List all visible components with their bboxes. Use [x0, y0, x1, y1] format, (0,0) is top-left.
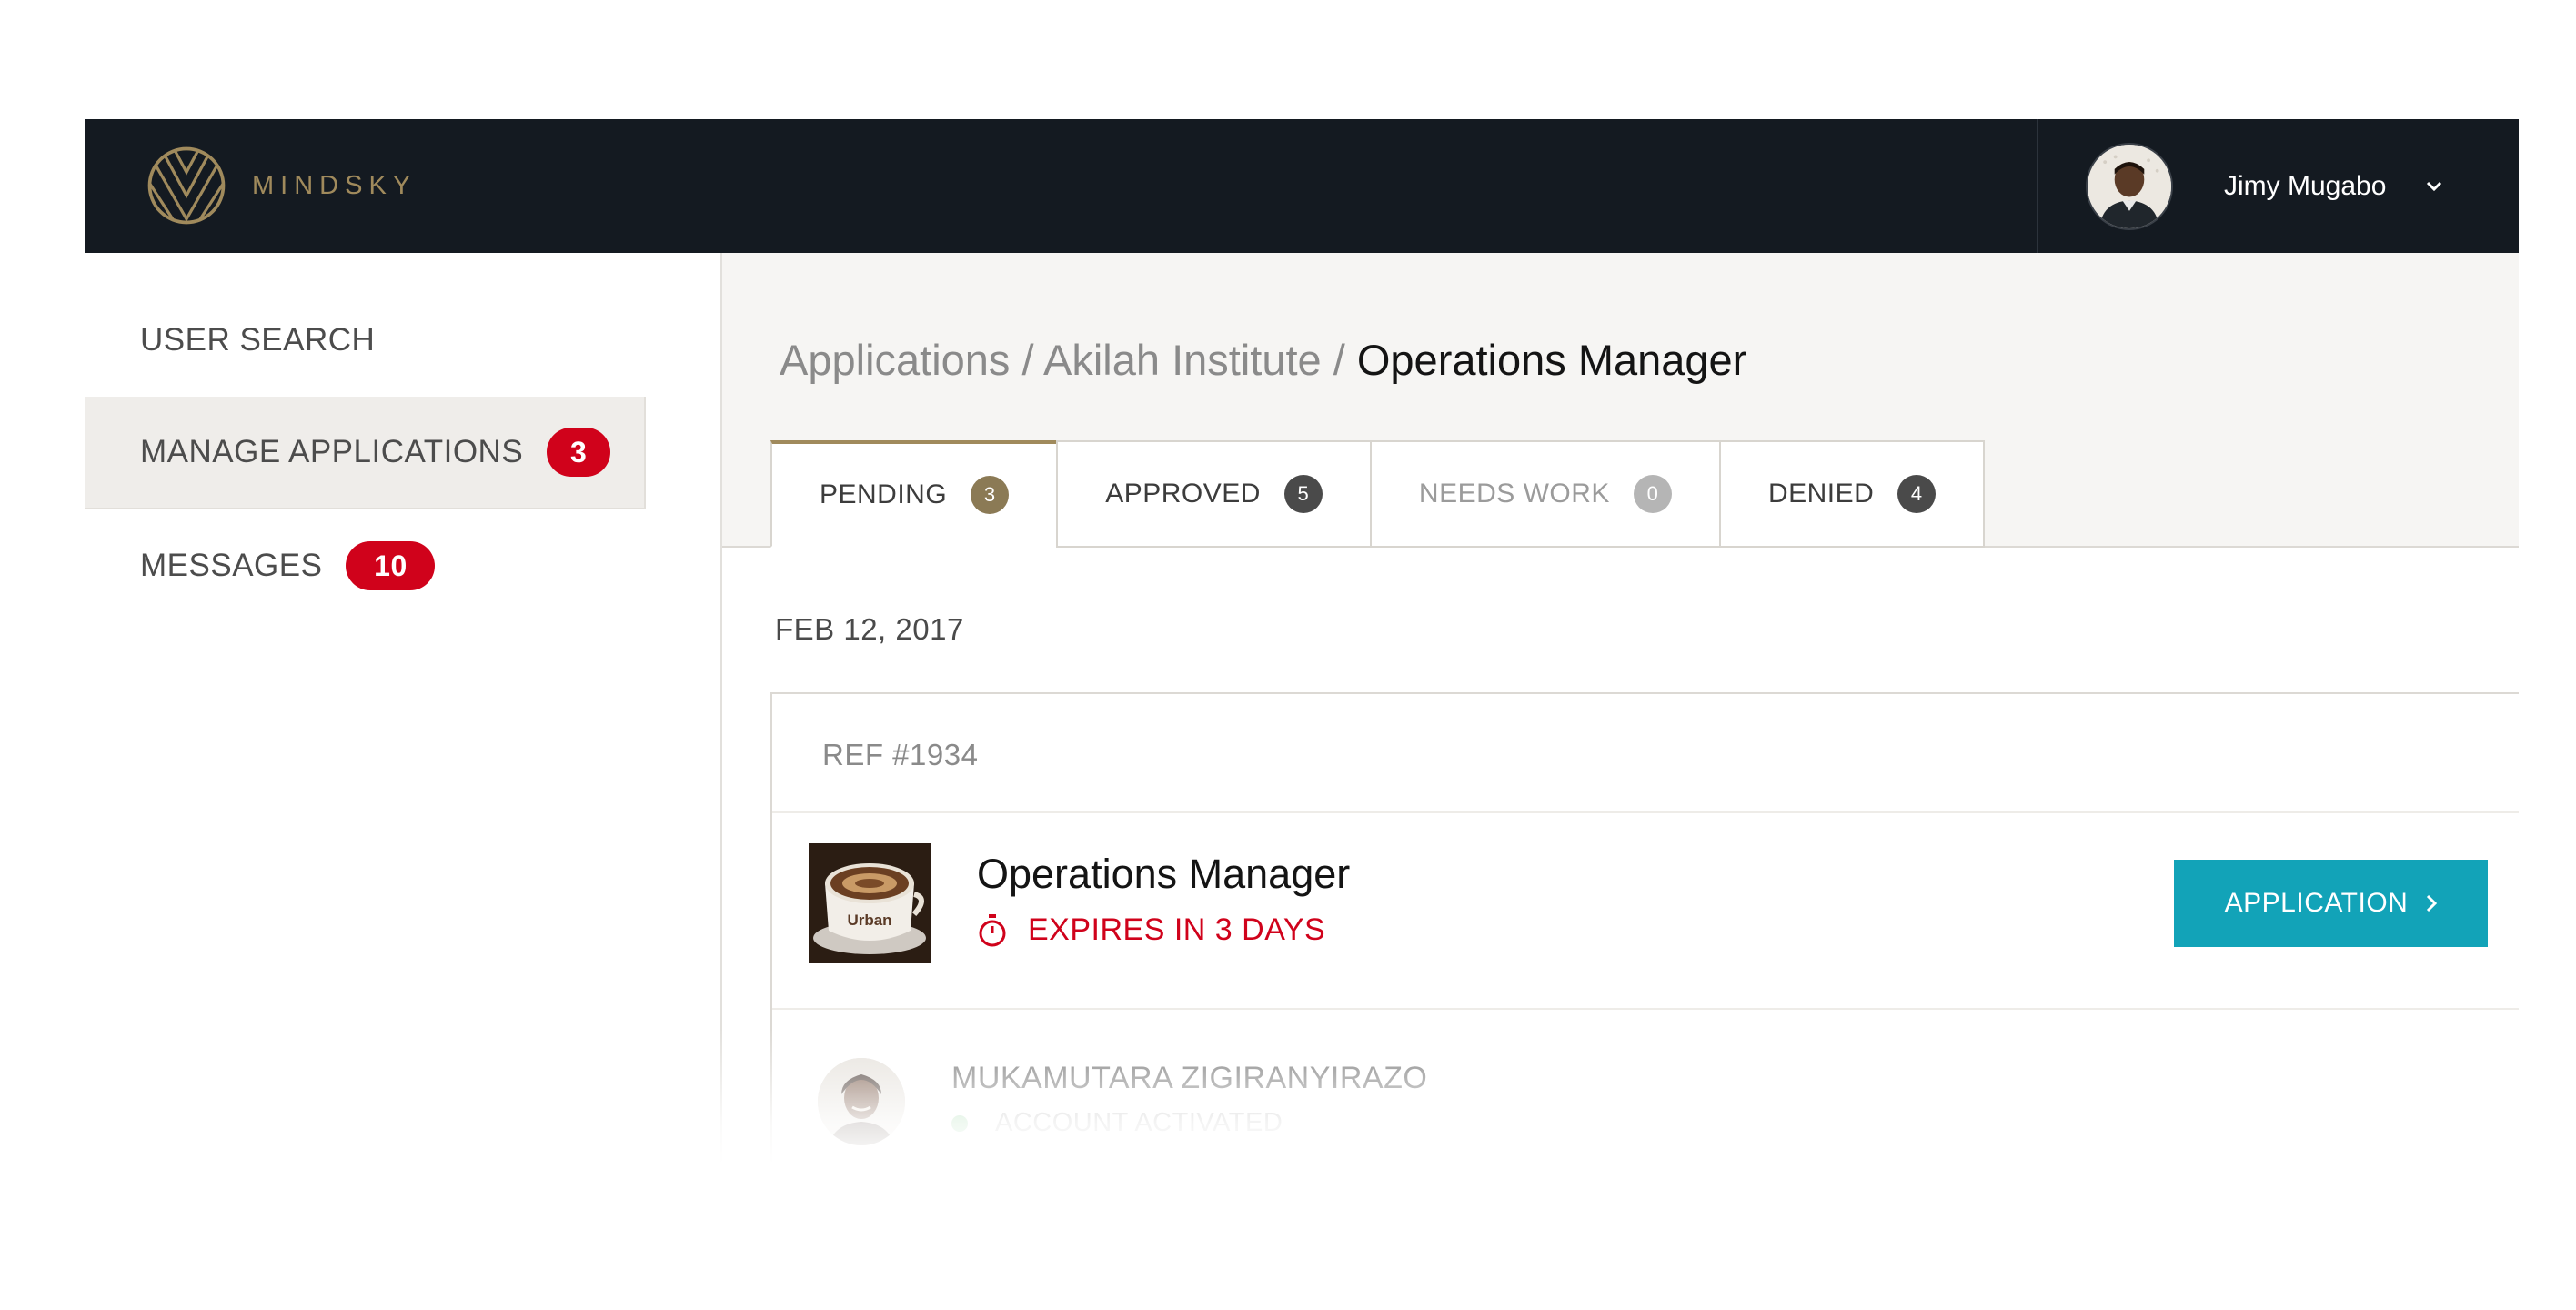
- sidebar-item-label: USER SEARCH: [140, 322, 376, 358]
- count-badge: 3: [547, 428, 611, 477]
- expiry-text: EXPIRES IN 3 DAYS: [1028, 912, 1326, 947]
- tab-pending[interactable]: PENDING 3: [770, 440, 1059, 548]
- sidebar-item-user-search[interactable]: USER SEARCH: [85, 284, 646, 397]
- sidebar-item-label: MANAGE APPLICATIONS: [140, 434, 524, 469]
- account-status-text: ACCOUNT ACTIVATED: [995, 1108, 1283, 1137]
- user-avatar[interactable]: [2086, 143, 2173, 230]
- main-content: Applications / Akilah Institute / Operat…: [722, 253, 2519, 1164]
- stopwatch-icon: [979, 913, 1006, 946]
- account-status: ACCOUNT ACTIVATED: [951, 1108, 1283, 1138]
- sidebar: USER SEARCH MANAGE APPLICATIONS 3 MESSAG…: [85, 253, 722, 1164]
- expiry-notice: EXPIRES IN 3 DAYS: [977, 912, 1325, 948]
- tab-count-badge: 3: [971, 476, 1010, 514]
- applicant-name[interactable]: MUKAMUTARA ZIGIRANYIRAZO: [951, 1061, 1427, 1096]
- top-bar: MINDSKY Jimy Mugabo: [85, 119, 2519, 253]
- button-label: APPLICATION: [2224, 888, 2409, 918]
- applicant-avatar[interactable]: [818, 1058, 905, 1145]
- tab-count-badge: 0: [1633, 475, 1672, 513]
- app-window: MINDSKY Jimy Mugabo USER SEARCH MANAGE A…: [85, 119, 2519, 1164]
- tab-label: NEEDS WORK: [1418, 479, 1610, 509]
- brand-logo[interactable]: MINDSKY: [145, 145, 417, 227]
- brand-name: MINDSKY: [252, 170, 418, 200]
- chevron-down-icon[interactable]: [2424, 176, 2444, 196]
- page-header: Applications / Akilah Institute / Operat…: [722, 253, 2519, 548]
- tab-count-badge: 4: [1897, 475, 1937, 513]
- breadcrumb: Applications / Akilah Institute / Operat…: [780, 335, 1746, 385]
- cup-brand-text: Urban: [847, 912, 891, 929]
- tab-approved[interactable]: APPROVED 5: [1056, 440, 1372, 548]
- user-menu[interactable]: Jimy Mugabo: [2086, 143, 2444, 230]
- tab-label: PENDING: [820, 479, 948, 509]
- divider: [772, 1008, 2519, 1010]
- tab-needs-work[interactable]: NEEDS WORK 0: [1369, 440, 1721, 548]
- status-dot-icon: [951, 1114, 968, 1132]
- reference-number: REF #1934: [822, 738, 979, 771]
- sidebar-item-manage-applications[interactable]: MANAGE APPLICATIONS 3: [85, 397, 646, 509]
- sidebar-item-label: MESSAGES: [140, 548, 323, 583]
- chevron-right-icon: [2427, 894, 2438, 912]
- status-tabs: PENDING 3 APPROVED 5 NEEDS WORK 0 DENIED…: [770, 440, 1986, 548]
- job-title: Operations Manager: [977, 851, 1351, 897]
- tab-denied[interactable]: DENIED 4: [1718, 440, 1986, 548]
- tab-label: DENIED: [1767, 479, 1875, 509]
- user-name: Jimy Mugabo: [2224, 171, 2387, 201]
- tab-label: APPROVED: [1105, 479, 1261, 509]
- breadcrumb-current: Operations Manager: [1356, 336, 1747, 384]
- breadcrumb-path[interactable]: Applications / Akilah Institute /: [780, 336, 1345, 384]
- view-application-button[interactable]: APPLICATION: [2174, 860, 2488, 947]
- job-thumbnail: Urban: [809, 843, 931, 963]
- topbar-divider: [2037, 119, 2038, 253]
- application-card: REF #1934 Urban Operations Manager EXPIR…: [770, 692, 2519, 1164]
- mindsky-logo-icon: [147, 146, 226, 225]
- divider: [772, 811, 2519, 813]
- count-badge: 10: [346, 541, 436, 590]
- date-group-label: FEB 12, 2017: [775, 612, 964, 646]
- tab-count-badge: 5: [1283, 475, 1323, 513]
- sidebar-item-messages[interactable]: MESSAGES 10: [85, 509, 646, 622]
